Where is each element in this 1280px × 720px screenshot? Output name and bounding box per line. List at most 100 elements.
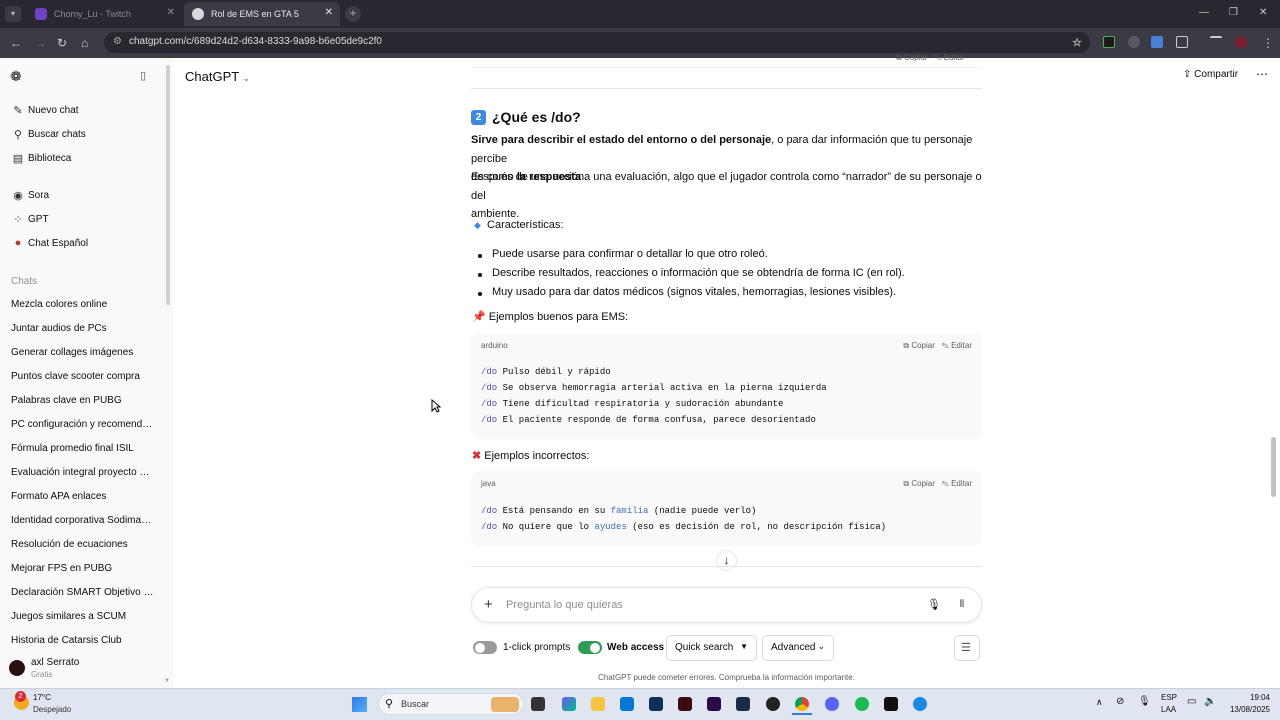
share-button[interactable]: ⇪ Compartir [1183, 69, 1238, 80]
browser-menu-icon[interactable]: ⋮ [1262, 36, 1274, 50]
chat-list-item[interactable]: PC configuración y recomendaci... [11, 419, 156, 430]
chat-list-item[interactable]: Formato APA enlaces [11, 491, 156, 502]
store-icon[interactable] [620, 697, 634, 711]
list-item: Describe resultados, reacciones o inform… [492, 267, 905, 279]
close-icon[interactable]: ✕ [325, 7, 333, 18]
network-off-icon[interactable]: ⊘ [1116, 696, 1124, 707]
edit-button[interactable]: ✎ Editar [934, 53, 964, 62]
sidebar-item-library[interactable]: ▤ Biblioteca [11, 152, 72, 165]
spotify-icon[interactable] [855, 697, 869, 711]
chat-list-item[interactable]: Historia de Catarsis Club [11, 635, 156, 646]
site-info-icon[interactable]: ⚙ [113, 36, 122, 47]
bullet [478, 273, 482, 277]
openai-logo-icon[interactable]: ❁ [10, 68, 22, 85]
chat-list-item[interactable]: Resolución de ecuaciones [11, 539, 156, 550]
lightroom-icon[interactable] [736, 697, 750, 711]
sidebar-item-new-chat[interactable]: ✎ Nuevo chat [11, 104, 78, 117]
sidebar-scrollbar[interactable] [166, 65, 170, 305]
reading-list-icon[interactable] [1210, 36, 1222, 48]
tab-chatgpt[interactable]: Rol de EMS en GTA 5 ✕ [184, 2, 340, 26]
taskbar-search[interactable]: ⚲ Buscar [378, 693, 524, 715]
input-lang[interactable]: ESP [1161, 693, 1177, 702]
chat-list-item[interactable]: Generar collages imágenes [11, 347, 156, 358]
scroll-down-arrow-icon[interactable]: ▼ [164, 678, 170, 684]
audio-meter-icon[interactable] [884, 697, 898, 711]
github-icon[interactable] [766, 697, 780, 711]
photoshop-icon[interactable] [649, 697, 663, 711]
edit-button[interactable]: ✎ Editar [942, 479, 972, 488]
mouse-cursor-icon [431, 399, 441, 413]
chat-list-item[interactable]: Puntos clave scooter compra [11, 371, 156, 382]
extensions-puzzle-icon[interactable] [1176, 36, 1188, 48]
edge-icon[interactable] [913, 697, 927, 711]
back-icon[interactable]: ← [10, 36, 22, 50]
discord-icon[interactable] [825, 697, 839, 711]
chat-list-item[interactable]: Palabras clave en PUBG [11, 395, 156, 406]
prompt-composer[interactable]: + Pregunta lo que quieras 🎙 ⦀ [471, 587, 982, 623]
forward-icon[interactable]: → [35, 36, 47, 50]
display-icon[interactable]: ▭ [1187, 696, 1196, 707]
plus-icon[interactable]: + [484, 596, 493, 613]
minimize-icon[interactable]: — [1199, 7, 1209, 18]
chat-list-item[interactable]: Evaluación integral proyecto mo... [11, 467, 156, 478]
new-tab-button[interactable]: + [345, 6, 361, 22]
home-icon[interactable]: ⌂ [81, 36, 88, 50]
copy-button[interactable]: ⧉ Copiar [903, 479, 935, 488]
close-window-icon[interactable]: ✕ [1259, 7, 1267, 18]
chat-list-item[interactable]: Fórmula promedio final ISIL [11, 443, 156, 454]
edit-button[interactable]: ✎ Editar [942, 341, 972, 350]
chat-list-item[interactable]: Declaración SMART Objetivo Em... [11, 587, 156, 598]
file-explorer-icon[interactable] [591, 697, 605, 711]
web-access-toggle[interactable] [578, 641, 602, 654]
chrome-icon[interactable] [795, 697, 809, 711]
pushpin-icon: 📌 [472, 311, 486, 323]
prompt-input[interactable]: Pregunta lo que quieras [506, 599, 623, 611]
sidebar-item-gpt[interactable]: ⁘ GPT [11, 213, 48, 226]
one-click-prompts-toggle[interactable] [473, 641, 497, 654]
premiere-icon[interactable] [707, 697, 721, 711]
scroll-to-bottom-button[interactable]: ↓ [716, 550, 737, 571]
sidebar-toggle-icon[interactable]: ▯ [140, 69, 146, 82]
maximize-icon[interactable]: ❐ [1229, 7, 1238, 18]
model-selector[interactable]: ChatGPT ⌄ [185, 69, 250, 84]
volume-icon[interactable]: 🔈 [1204, 696, 1216, 707]
profile-avatar-icon[interactable] [1235, 36, 1247, 48]
settings-sliders-button[interactable]: ☰ [954, 635, 980, 661]
chatgpt-icon [192, 8, 204, 20]
copy-button[interactable]: ⧉ Copiar [896, 53, 928, 62]
avatar[interactable] [9, 660, 25, 676]
windows-start-icon[interactable] [352, 697, 367, 712]
extension-k-icon[interactable] [1103, 36, 1115, 48]
copy-button[interactable]: ⧉ Copiar [903, 341, 935, 350]
illustrator-icon[interactable] [678, 697, 692, 711]
reload-icon[interactable]: ↻ [57, 36, 67, 50]
address-bar[interactable]: ⚙ chatgpt.com/c/689d24d2-d634-8333-9a98-… [104, 32, 1090, 53]
clock-time[interactable]: 19:04 [1226, 693, 1270, 702]
chevron-up-icon[interactable]: ∧ [1096, 697, 1103, 708]
chat-list-item[interactable]: Identidad corporativa Sodimac P... [11, 515, 156, 526]
tab-twitch[interactable]: Chomy_Lu - Twitch ✕ [27, 2, 182, 26]
search-mode-select[interactable]: Quick search ▼ [666, 635, 757, 661]
chat-list-item[interactable]: Mezcla colores online [11, 299, 156, 310]
tab-search-button[interactable]: ▾ [5, 6, 21, 22]
copilot-icon[interactable] [562, 697, 576, 711]
sidebar-item-sora[interactable]: ◉ Sora [11, 189, 49, 202]
extension-icon[interactable] [1128, 36, 1140, 48]
bookmark-star-icon[interactable]: ☆ [1072, 36, 1082, 49]
sidebar-item-chat-espanol[interactable]: ● Chat Español [11, 237, 88, 249]
chat-list-item[interactable]: Juegos similares a SCUM [11, 611, 156, 622]
sidebar-item-search[interactable]: ⚲ Buscar chats [11, 128, 86, 141]
more-options-icon[interactable]: ⋯ [1256, 67, 1268, 81]
close-icon[interactable]: ✕ [167, 7, 175, 18]
code-block-good: arduino ⧉ Copiar ✎ Editar /do Pulso débi… [471, 333, 982, 439]
translate-icon[interactable] [1151, 36, 1163, 48]
chat-list-item[interactable]: Juntar audios de PCs [11, 323, 156, 334]
task-view-icon[interactable] [531, 697, 545, 711]
chat-list-item[interactable]: Mejorar FPS en PUBG [11, 563, 156, 574]
list-item: Muy usado para dar datos médicos (signos… [492, 286, 897, 298]
microphone-icon[interactable]: 🎙 [1138, 696, 1151, 707]
main-scrollbar[interactable] [1271, 437, 1276, 497]
microphone-icon[interactable]: 🎙 [927, 598, 941, 611]
advanced-select[interactable]: Advanced ⌄ [762, 635, 834, 661]
voice-mode-icon[interactable]: ⦀ [953, 596, 971, 614]
